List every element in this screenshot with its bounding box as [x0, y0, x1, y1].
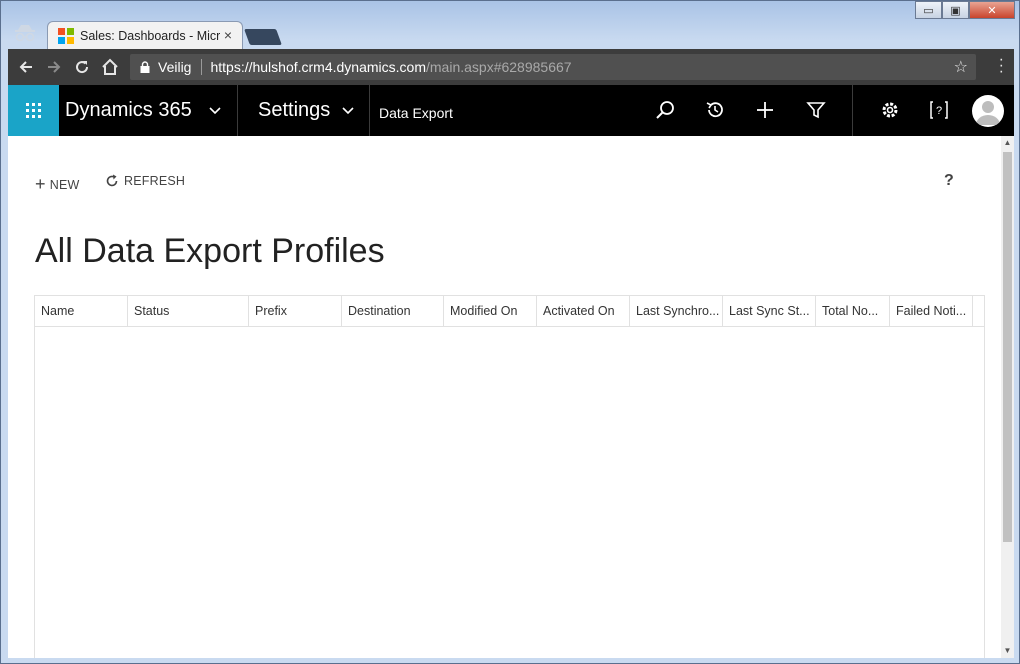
- chevron-down-icon[interactable]: [342, 107, 354, 115]
- tab-title: Sales: Dashboards - Micr: [80, 28, 220, 43]
- lock-icon: [140, 61, 150, 73]
- vertical-scrollbar[interactable]: ▲ ▼: [1001, 136, 1014, 658]
- address-separator: [201, 59, 203, 75]
- grid-body: [35, 327, 984, 658]
- minimize-button[interactable]: ▭: [915, 1, 942, 19]
- page-title: All Data Export Profiles: [35, 232, 385, 270]
- new-tab-button[interactable]: [244, 29, 282, 45]
- filter-icon[interactable]: [805, 99, 827, 121]
- address-bar[interactable]: Veilig https://hulshof.crm4.dynamics.com…: [130, 54, 976, 80]
- column-header-last-synchronized[interactable]: Last Synchro...: [630, 296, 723, 327]
- close-window-button[interactable]: ✕: [969, 1, 1015, 19]
- url-host: https://hulshof.crm4.dynamics.com: [210, 59, 426, 75]
- column-header-total-notifications[interactable]: Total No...: [816, 296, 890, 327]
- maximize-button[interactable]: ▣: [942, 1, 969, 19]
- refresh-button-label: REFRESH: [124, 174, 186, 188]
- nav-divider: [852, 85, 853, 136]
- chevron-down-icon[interactable]: [209, 107, 221, 115]
- column-header-modified-on[interactable]: Modified On: [444, 296, 537, 327]
- browser-toolbar: Veilig https://hulshof.crm4.dynamics.com…: [8, 49, 1014, 85]
- nav-divider: [237, 85, 238, 136]
- recent-history-icon[interactable]: [704, 99, 726, 121]
- user-avatar[interactable]: [972, 95, 1004, 127]
- nav-divider: [369, 85, 370, 136]
- scroll-up-icon[interactable]: ▲: [1003, 138, 1012, 147]
- new-button-label: NEW: [49, 177, 80, 192]
- area-settings[interactable]: Settings: [258, 99, 330, 122]
- column-header-last-sync-status[interactable]: Last Sync St...: [723, 296, 816, 327]
- home-icon[interactable]: [96, 53, 124, 81]
- brand-title[interactable]: Dynamics 365: [65, 99, 192, 122]
- tab-strip: Sales: Dashboards - Micr × ▭ ▣ ✕: [1, 1, 1020, 49]
- help-button[interactable]: ?: [944, 172, 954, 190]
- forward-icon[interactable]: [40, 53, 68, 81]
- column-header-destination[interactable]: Destination: [342, 296, 444, 327]
- browser-menu-icon[interactable]: · · ·: [999, 52, 1004, 80]
- microsoft-logo-icon: [58, 27, 74, 44]
- gear-icon[interactable]: [879, 99, 901, 121]
- incognito-icon: [15, 25, 35, 42]
- secure-label: Veilig: [158, 59, 192, 75]
- tab-close-icon[interactable]: ×: [224, 27, 232, 43]
- column-header-prefix[interactable]: Prefix: [249, 296, 342, 327]
- back-icon[interactable]: [12, 53, 40, 81]
- svg-text:?: ?: [936, 105, 942, 117]
- window-controls: ▭ ▣ ✕: [915, 1, 1015, 19]
- data-export-profiles-grid: Name Status Prefix Destination Modified …: [34, 295, 985, 658]
- bookmark-star-icon[interactable]: ☆: [954, 57, 968, 77]
- waffle-icon: [26, 103, 41, 118]
- refresh-icon: [106, 174, 118, 187]
- create-plus-icon[interactable]: [754, 99, 776, 121]
- column-header-status[interactable]: Status: [128, 296, 249, 327]
- scrollbar-thumb[interactable]: [1003, 152, 1012, 542]
- help-icon[interactable]: ?: [928, 99, 950, 121]
- grid-header-row: Name Status Prefix Destination Modified …: [35, 296, 984, 327]
- reload-icon[interactable]: [68, 53, 96, 81]
- main-content: + NEW REFRESH ? All Data Export Profiles…: [8, 136, 1001, 658]
- new-button[interactable]: + NEW: [35, 174, 79, 195]
- column-header-name[interactable]: Name: [35, 296, 128, 327]
- dynamics-nav-bar: Dynamics 365 Settings Data Export ?: [8, 85, 1014, 136]
- tab-sales-dashboards[interactable]: Sales: Dashboards - Micr ×: [47, 21, 243, 49]
- scroll-down-icon[interactable]: ▼: [1003, 646, 1012, 655]
- user-avatar-icon: [976, 101, 1000, 125]
- app-launcher-button[interactable]: [8, 85, 59, 136]
- plus-icon: +: [35, 174, 46, 194]
- browser-window: Sales: Dashboards - Micr × ▭ ▣ ✕ Veilig …: [0, 0, 1020, 664]
- column-header-failed-notifications[interactable]: Failed Noti...: [890, 296, 973, 327]
- url-path: /main.aspx#628985667: [426, 59, 572, 75]
- search-icon[interactable]: [654, 99, 676, 121]
- breadcrumb-data-export[interactable]: Data Export: [379, 105, 453, 121]
- column-header-activated-on[interactable]: Activated On: [537, 296, 630, 327]
- refresh-button[interactable]: REFRESH: [105, 174, 185, 188]
